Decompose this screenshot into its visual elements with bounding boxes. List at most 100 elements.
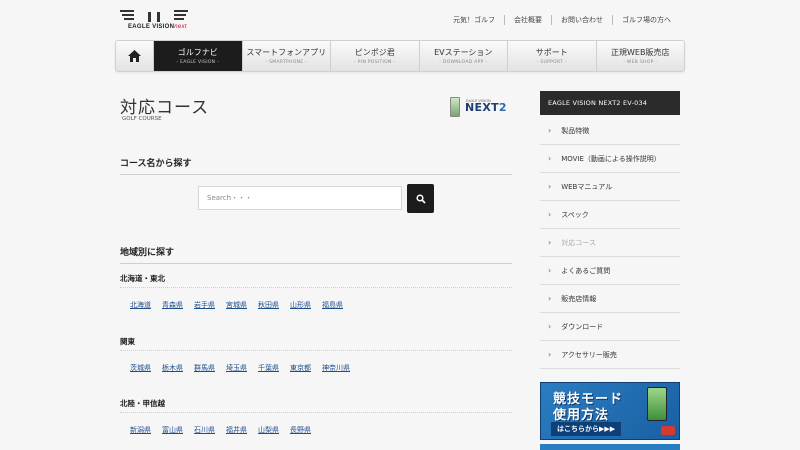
sidebar-menu: › 製品特徴 › MOVIE（動画による操作説明） › WEBマニュアル › スペック …	[540, 117, 680, 369]
nav-item-smartphone[interactable]: スマートフォンアプリ - SMARTPHONE -	[243, 41, 331, 71]
device-icon	[647, 387, 667, 421]
pref-link[interactable]: 山梨県	[258, 425, 279, 435]
pref-link[interactable]: 千葉県	[258, 363, 279, 373]
chevron-right-icon: ›	[548, 322, 552, 331]
pref-link[interactable]: 青森県	[162, 300, 183, 310]
pref-link[interactable]: 東京都	[290, 363, 311, 373]
region-divider	[120, 412, 512, 413]
nav-label: スマートフォンアプリ	[246, 48, 327, 57]
nav-sub: - EAGLE VISION -	[176, 60, 220, 65]
pref-link[interactable]: 富山県	[162, 425, 183, 435]
region-name: 北陸・甲信越	[120, 399, 165, 408]
nav-sub: - WEB SHOP -	[623, 60, 658, 65]
pref-link[interactable]: 山形県	[290, 300, 311, 310]
badge-big-text: NEXT2	[465, 101, 507, 114]
sidebar-item-label: ダウンロード	[561, 322, 604, 331]
page: EAGLE VISIONnext 元気！ゴルフ 会社概要 お問い合わせ ゴルフ場…	[0, 0, 800, 450]
pref-link[interactable]: 北海道	[130, 300, 151, 310]
pref-link[interactable]: 宮城県	[226, 300, 247, 310]
banner-line2: 使用方法	[553, 408, 610, 423]
search-heading: コース名から探す	[120, 156, 512, 175]
search-input[interactable]: Search・・・	[198, 186, 402, 210]
chevron-right-icon: ›	[548, 126, 552, 135]
region-name: 北海道・東北	[120, 274, 165, 283]
nav-item-web-shop[interactable]: 正規WEB販売店 - WEB SHOP -	[597, 41, 685, 71]
nav-item-ev-station[interactable]: EVステーション - DOWNLOAD APP -	[420, 41, 508, 71]
sidebar-item-label: よくあるご質問	[561, 266, 611, 275]
region-divider	[120, 350, 512, 351]
pref-link[interactable]: 岩手県	[194, 300, 215, 310]
banner-line3: はこちらから▶▶▶	[551, 422, 622, 436]
pref-link[interactable]: 福井県	[226, 425, 247, 435]
pref-link[interactable]: 茨城県	[130, 363, 151, 373]
sidebar-item-faq[interactable]: › よくあるご質問	[540, 257, 680, 285]
sidebar-item-label: WEBマニュアル	[561, 182, 613, 191]
nav-sub: - SMARTPHONE -	[265, 60, 308, 65]
page-subtitle: GOLF COURSE	[122, 116, 162, 122]
sidebar-item-spec[interactable]: › スペック	[540, 201, 680, 229]
pref-link[interactable]: 群馬県	[194, 363, 215, 373]
pref-link[interactable]: 栃木県	[162, 363, 183, 373]
badge-number: 2	[498, 101, 507, 114]
nav-sub: - DOWNLOAD APP -	[439, 60, 488, 65]
pref-link[interactable]: 新潟県	[130, 425, 151, 435]
nav-label: ゴルフナビ	[177, 48, 218, 57]
eagle-vision-logo[interactable]: EAGLE VISIONnext	[120, 10, 192, 34]
pref-link[interactable]: 秋田県	[258, 300, 279, 310]
sidebar-item-accessories[interactable]: › アクセサリー販売	[540, 341, 680, 369]
nav-item-golf-navi[interactable]: ゴルフナビ - EAGLE VISION -	[154, 41, 243, 71]
nav-item-support[interactable]: サポート - SUPPORT -	[508, 41, 597, 71]
search-icon	[415, 193, 426, 204]
device-icon	[450, 97, 460, 117]
nav-label: サポート	[535, 48, 568, 57]
pref-list: 新潟県 富山県 石川県 福井県 山梨県 長野県	[130, 425, 322, 435]
main-nav: ゴルフナビ - EAGLE VISION - スマートフォンアプリ - SMAR…	[115, 40, 685, 72]
chevron-right-icon: ›	[548, 350, 552, 359]
pref-list: 北海道 青森県 岩手県 宮城県 秋田県 山形県 福島県	[130, 300, 354, 310]
nav-item-pin-position[interactable]: ピンポジ君 - PIN POSITION -	[331, 41, 420, 71]
sidebar-item-label: アクセサリー販売	[561, 350, 617, 359]
chevron-right-icon: ›	[548, 210, 552, 219]
nav-label: EVステーション	[434, 48, 493, 57]
util-link-genki-golf[interactable]: 元気！ゴルフ	[444, 15, 504, 25]
home-button[interactable]	[116, 41, 154, 71]
pref-list: 茨城県 栃木県 群馬県 埼玉県 千葉県 東京都 神奈川県	[130, 363, 361, 373]
region-divider	[120, 287, 512, 288]
pref-link[interactable]: 長野県	[290, 425, 311, 435]
util-link-contact[interactable]: お問い合わせ	[551, 15, 612, 25]
chevron-right-icon: ›	[548, 154, 552, 163]
logo-bars-icon	[120, 10, 188, 22]
sidebar-heading: EAGLE VISION NEXT2 EV-034	[540, 91, 680, 115]
chevron-right-icon: ›	[548, 182, 552, 191]
nav-label: 正規WEB販売店	[611, 48, 670, 57]
search-button[interactable]	[407, 184, 434, 213]
sidebar-item-label: スペック	[561, 210, 589, 219]
sidebar-item-courses[interactable]: › 対応コース	[540, 229, 680, 257]
sidebar-item-dealers[interactable]: › 販売店情報	[540, 285, 680, 313]
sidebar-item-movie[interactable]: › MOVIE（動画による操作説明）	[540, 145, 680, 173]
region-name: 関東	[120, 337, 135, 346]
pref-link[interactable]: 石川県	[194, 425, 215, 435]
pref-link[interactable]: 神奈川県	[322, 363, 350, 373]
competition-mode-banner[interactable]: 競技モード 使用方法 はこちらから▶▶▶	[540, 382, 680, 440]
logo-text: EAGLE VISION	[128, 24, 175, 30]
pref-link[interactable]: 福島県	[322, 300, 343, 310]
sidebar-item-features[interactable]: › 製品特徴	[540, 117, 680, 145]
home-icon	[128, 50, 141, 62]
chevron-right-icon: ›	[548, 266, 552, 275]
sidebar-item-web-manual[interactable]: › WEBマニュアル	[540, 173, 680, 201]
region-heading: 地域別に探す	[120, 245, 512, 264]
page-title: 対応コース	[120, 98, 210, 118]
sidebar-item-label: 販売店情報	[561, 294, 597, 303]
youtube-icon	[661, 426, 675, 435]
sidebar-item-label: MOVIE（動画による操作説明）	[561, 154, 661, 163]
pref-link[interactable]: 埼玉県	[226, 363, 247, 373]
nav-sub: - PIN POSITION -	[354, 60, 396, 65]
badge-name: NEXT	[465, 101, 499, 114]
util-link-golf-course-owners[interactable]: ゴルフ場の方へ	[612, 15, 680, 25]
banner-strip	[540, 444, 680, 450]
utility-links: 元気！ゴルフ 会社概要 お問い合わせ ゴルフ場の方へ	[444, 15, 680, 25]
util-link-company[interactable]: 会社概要	[504, 15, 551, 25]
sidebar-item-label: 製品特徴	[561, 126, 590, 135]
sidebar-item-download[interactable]: › ダウンロード	[540, 313, 680, 341]
